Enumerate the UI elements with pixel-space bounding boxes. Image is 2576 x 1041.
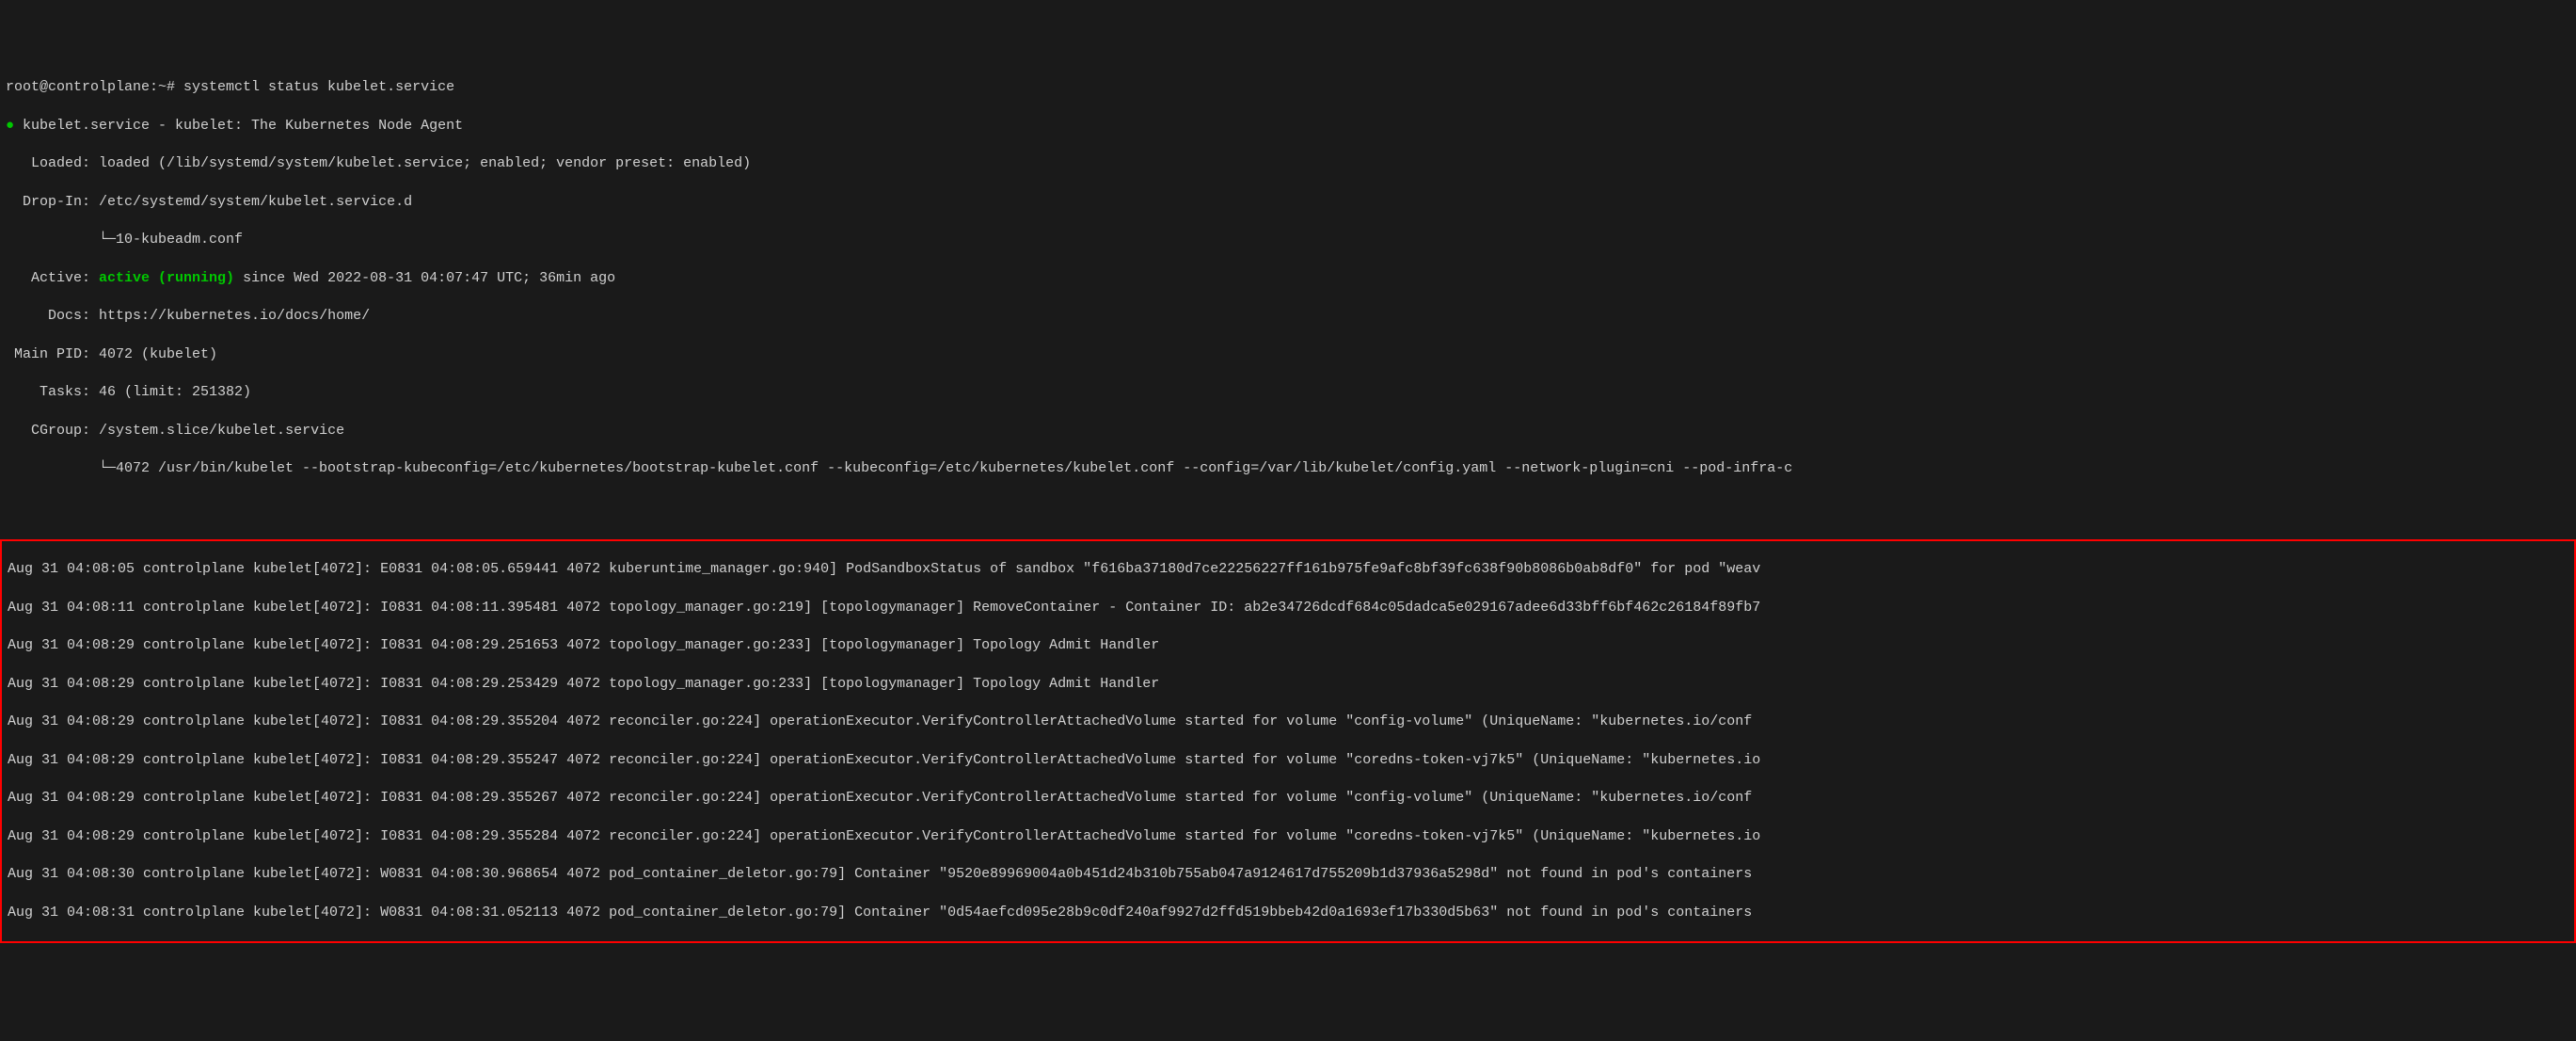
log-text: Aug 31 04:08:31 controlplane kubelet[407…: [8, 905, 1752, 921]
log-text: Aug 31 04:08:29 controlplane kubelet[407…: [8, 676, 1159, 692]
active-state: active (running): [99, 270, 234, 286]
cgroup-cmd-line: └─4072 /usr/bin/kubelet --bootstrap-kube…: [0, 459, 2576, 478]
blank-line: [0, 498, 2576, 517]
mainpid-line: Main PID: 4072 (kubelet): [0, 345, 2576, 364]
docs-line: Docs: https://kubernetes.io/docs/home/: [0, 307, 2576, 326]
docs-label: Docs:: [6, 308, 99, 324]
log-text: Aug 31 04:08:05 controlplane kubelet[407…: [8, 561, 1760, 577]
loaded-value: loaded (/lib/systemd/system/kubelet.serv…: [99, 155, 751, 171]
log-line: Aug 31 04:08:29 controlplane kubelet[407…: [2, 713, 2574, 731]
log-text: Aug 31 04:08:29 controlplane kubelet[407…: [8, 637, 1159, 653]
log-line: Aug 31 04:08:29 controlplane kubelet[407…: [2, 751, 2574, 770]
log-line: Aug 31 04:08:29 controlplane kubelet[407…: [2, 827, 2574, 846]
log-line: Aug 31 04:08:29 controlplane kubelet[407…: [2, 636, 2574, 655]
mainpid-label: Main PID:: [6, 346, 99, 362]
log-line: Aug 31 04:08:31 controlplane kubelet[407…: [2, 904, 2574, 922]
mainpid-value: 4072 (kubelet): [99, 346, 217, 362]
tasks-line: Tasks: 46 (limit: 251382): [0, 383, 2576, 402]
log-line: Aug 31 04:08:30 controlplane kubelet[407…: [2, 865, 2574, 884]
dropin-label: Drop-In:: [6, 194, 99, 210]
highlighted-log-section: Aug 31 04:08:05 controlplane kubelet[407…: [0, 539, 2576, 943]
active-line: Active: active (running) since Wed 2022-…: [0, 269, 2576, 288]
loaded-line: Loaded: loaded (/lib/systemd/system/kube…: [0, 154, 2576, 173]
log-text: Aug 31 04:08:29 controlplane kubelet[407…: [8, 752, 1760, 768]
tasks-value: 46 (limit: 251382): [99, 384, 251, 400]
log-line: Aug 31 04:08:29 controlplane kubelet[407…: [2, 675, 2574, 694]
loaded-label: Loaded:: [6, 155, 99, 171]
terminal-prompt[interactable]: root@controlplane:~# systemctl status ku…: [0, 78, 2576, 97]
dropin-line: Drop-In: /etc/systemd/system/kubelet.ser…: [0, 193, 2576, 212]
service-name-line: kubelet.service - kubelet: The Kubernete…: [14, 118, 463, 134]
dropin-conf: └─10-kubeadm.conf: [6, 232, 243, 248]
cgroup-cmd: └─4072 /usr/bin/kubelet --bootstrap-kube…: [6, 460, 1792, 476]
service-header: ● kubelet.service - kubelet: The Kuberne…: [0, 117, 2576, 136]
docs-value: https://kubernetes.io/docs/home/: [99, 308, 370, 324]
cgroup-label: CGroup:: [6, 423, 99, 439]
log-text: Aug 31 04:08:30 controlplane kubelet[407…: [8, 866, 1752, 882]
tasks-label: Tasks:: [6, 384, 99, 400]
log-line: Aug 31 04:08:05 controlplane kubelet[407…: [2, 560, 2574, 579]
status-bullet: ●: [6, 118, 14, 134]
cgroup-value: /system.slice/kubelet.service: [99, 423, 344, 439]
log-line: Aug 31 04:08:11 controlplane kubelet[407…: [2, 599, 2574, 617]
dropin-conf-line: └─10-kubeadm.conf: [0, 231, 2576, 249]
prompt-text: root@controlplane:~# systemctl status ku…: [6, 79, 454, 95]
log-text: Aug 31 04:08:11 controlplane kubelet[407…: [8, 600, 1760, 616]
log-text: Aug 31 04:08:29 controlplane kubelet[407…: [8, 713, 1752, 729]
log-text: Aug 31 04:08:29 controlplane kubelet[407…: [8, 790, 1752, 806]
active-label: Active:: [6, 270, 99, 286]
log-line: Aug 31 04:08:29 controlplane kubelet[407…: [2, 789, 2574, 808]
log-text: Aug 31 04:08:29 controlplane kubelet[407…: [8, 828, 1760, 844]
dropin-value: /etc/systemd/system/kubelet.service.d: [99, 194, 412, 210]
active-since: since Wed 2022-08-31 04:07:47 UTC; 36min…: [234, 270, 615, 286]
cgroup-line: CGroup: /system.slice/kubelet.service: [0, 422, 2576, 440]
